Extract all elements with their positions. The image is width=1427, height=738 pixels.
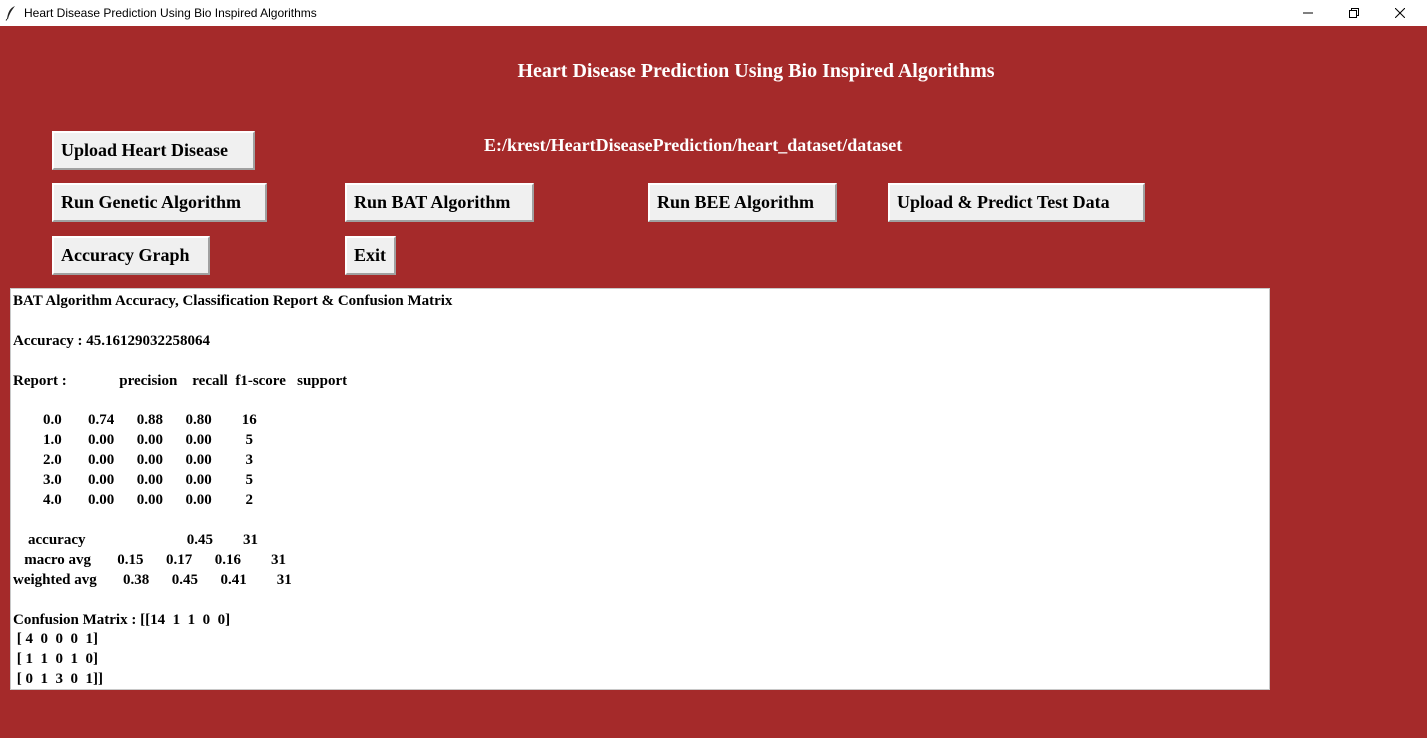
- dataset-path-label: E:/krest/HeartDiseasePrediction/heart_da…: [484, 135, 903, 155]
- exit-button[interactable]: Exit: [345, 236, 396, 275]
- page-title: Heart Disease Prediction Using Bio Inspi…: [517, 60, 995, 82]
- run-genetic-algorithm-button[interactable]: Run Genetic Algorithm: [52, 183, 267, 222]
- close-button[interactable]: [1377, 0, 1423, 26]
- restore-button[interactable]: [1331, 0, 1377, 26]
- minimize-icon: [1303, 12, 1313, 14]
- accuracy-graph-button[interactable]: Accuracy Graph: [52, 236, 210, 275]
- upload-predict-test-data-button[interactable]: Upload & Predict Test Data: [888, 183, 1145, 222]
- upload-heart-disease-button[interactable]: Upload Heart Disease: [52, 131, 255, 170]
- title-bar: Heart Disease Prediction Using Bio Inspi…: [0, 0, 1427, 26]
- window-title: Heart Disease Prediction Using Bio Inspi…: [24, 6, 317, 20]
- restore-icon: [1349, 8, 1359, 18]
- output-text-area[interactable]: BAT Algorithm Accuracy, Classification R…: [10, 288, 1270, 690]
- feather-icon: [5, 5, 17, 21]
- run-bee-algorithm-button[interactable]: Run BEE Algorithm: [648, 183, 837, 222]
- close-icon: [1395, 8, 1405, 18]
- run-bat-algorithm-button[interactable]: Run BAT Algorithm: [345, 183, 534, 222]
- minimize-button[interactable]: [1285, 0, 1331, 26]
